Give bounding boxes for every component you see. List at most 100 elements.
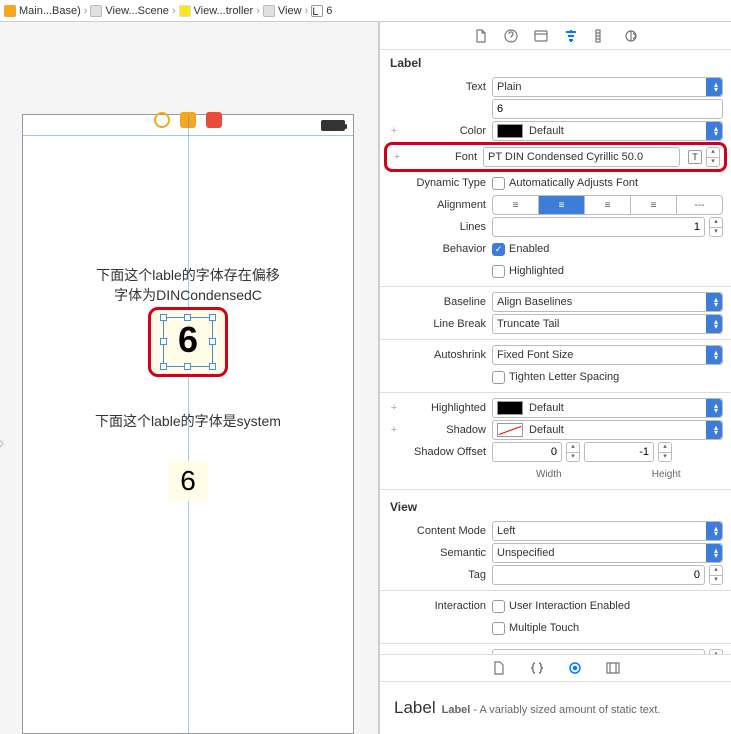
library-tabs [380,654,731,682]
system-label[interactable]: 6 [168,461,208,501]
canvas-label-1[interactable]: 下面这个lable的字体存在偏移 字体为DINCondensedC [23,265,353,305]
file-template-tab-icon[interactable] [491,660,507,676]
resize-handle[interactable] [184,363,191,370]
multiple-touch-checkbox[interactable] [492,622,505,635]
field-label: Behavior [388,243,492,255]
object-library-tab-icon[interactable] [567,660,583,676]
stepper[interactable]: ▴▾ [566,442,580,462]
field-label: Content Mode [388,525,492,537]
lines-input[interactable] [492,217,705,237]
font-stepper[interactable]: ▴▾ [706,147,720,167]
chevron-icon: › [256,5,260,17]
label-text: 6 [178,319,198,361]
field-label: Autoshrink [388,349,492,361]
user-interaction-checkbox[interactable] [492,600,505,613]
add-icon[interactable]: + [388,424,400,436]
section-view: View [380,494,731,520]
text-value-input[interactable] [492,99,723,119]
field-label: Font [403,151,483,163]
device-frame: 下面这个lable的字体存在偏移 字体为DINCondensedC 6 下面这个… [22,114,354,734]
field-label: Interaction [388,600,492,612]
resize-handle[interactable] [160,363,167,370]
resize-handle[interactable] [209,314,216,321]
connections-tab-icon[interactable] [623,28,639,44]
shadow-width-input[interactable] [492,442,562,462]
font-picker-icon[interactable]: T [688,150,702,164]
canvas-label-2[interactable]: 下面这个lable的字体是system [23,411,353,431]
baseline-dropdown[interactable]: Align Baselines▴▾ [492,292,723,312]
selected-label[interactable]: 6 [148,307,228,377]
field-label: Tag [388,569,492,581]
align-right-button[interactable]: ≡ [585,196,631,214]
chevron-icon: › [84,5,88,17]
tighten-checkbox[interactable] [492,371,505,384]
resize-handle[interactable] [184,314,191,321]
circle-icon [154,112,170,128]
shadow-height-input[interactable] [584,442,654,462]
linebreak-dropdown[interactable]: Truncate Tail▴▾ [492,314,723,334]
autoshrink-dropdown[interactable]: Fixed Font Size▴▾ [492,345,723,365]
align-justify-button[interactable]: ≡ [631,196,677,214]
object-description: Label Label - A variably sized amount of… [380,682,731,734]
lines-stepper[interactable]: ▴▾ [709,217,723,237]
add-icon[interactable]: + [388,402,400,414]
field-label: Semantic [388,547,492,559]
resize-handle[interactable] [209,338,216,345]
text-type-dropdown[interactable]: Plain▴▾ [492,77,723,97]
shadow-color-dropdown[interactable]: Default▴▾ [492,420,723,440]
tag-input[interactable] [492,565,705,585]
breadcrumb-item[interactable]: View...troller [179,5,254,17]
enabled-checkbox[interactable]: ✓ [492,243,505,256]
field-label: Text [400,81,492,93]
stepper[interactable]: ▴▾ [658,442,672,462]
add-icon[interactable]: + [391,151,403,163]
breadcrumb-item[interactable]: Main...Base) [4,5,81,17]
resize-handle[interactable] [160,314,167,321]
identity-tab-icon[interactable] [533,28,549,44]
breadcrumb-item[interactable]: View...Scene [90,5,168,17]
media-library-tab-icon[interactable] [605,660,621,676]
resize-handle[interactable] [209,363,216,370]
inspector-tabs [380,22,731,50]
attributes-tab-icon[interactable] [563,28,579,44]
resize-handle[interactable] [160,338,167,345]
breadcrumb-item[interactable]: L6 [311,5,332,17]
align-center-button[interactable]: ≡ [539,196,585,214]
field-label: Line Break [388,318,492,330]
breadcrumb: Main...Base) › View...Scene › View...tro… [0,0,731,22]
storyboard-icon [4,5,16,17]
chevron-icon: › [305,5,309,17]
battery-icon [321,120,345,131]
color-swatch [497,124,523,138]
canvas[interactable]: › 下面这个lable的字体存在偏移 字体为DINCondensedC 6 [0,22,380,734]
align-left-button[interactable]: ≡ [493,196,539,214]
code-snippet-tab-icon[interactable] [529,660,545,676]
arrow-icon: › [0,432,5,455]
dynamic-type-checkbox[interactable] [492,177,505,190]
exit-icon [206,112,222,128]
section-label: Label [380,50,731,76]
breadcrumb-item[interactable]: View [263,5,302,17]
highlighted-color-dropdown[interactable]: Default▴▾ [492,398,723,418]
color-dropdown[interactable]: Default▴▾ [492,121,723,141]
align-natural-button[interactable]: --- [677,196,722,214]
field-label: Dynamic Type [388,177,492,189]
field-label: Color [400,125,492,137]
viewcontroller-icon [179,5,191,17]
help-tab-icon[interactable] [503,28,519,44]
file-tab-icon[interactable] [473,28,489,44]
add-icon[interactable]: + [388,125,400,137]
stepper[interactable]: ▴▾ [709,565,723,585]
size-tab-icon[interactable] [593,28,609,44]
color-swatch [497,401,523,415]
font-field[interactable]: PT DIN Condensed Cyrillic 50.0 [483,147,680,167]
chevron-icon: › [172,5,176,17]
alignment-segmented: ≡ ≡ ≡ ≡ --- [492,195,723,215]
field-label: Alignment [388,199,492,211]
highlighted-checkbox[interactable] [492,265,505,278]
view-icon [263,5,275,17]
scene-icon [90,5,102,17]
content-mode-dropdown[interactable]: Left▴▾ [492,521,723,541]
color-swatch [497,423,523,437]
semantic-dropdown[interactable]: Unspecified▴▾ [492,543,723,563]
